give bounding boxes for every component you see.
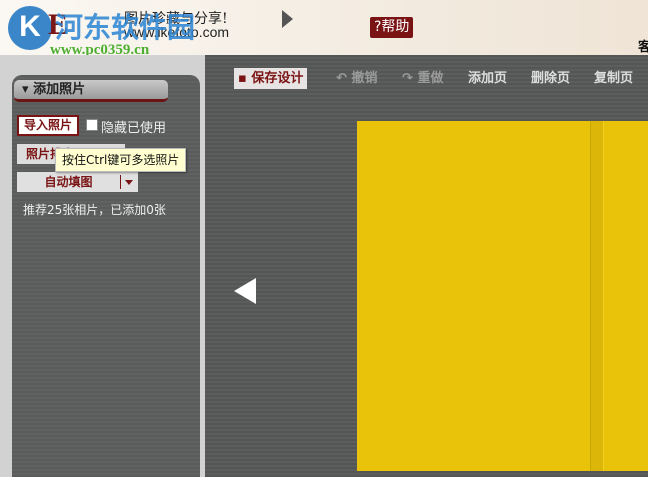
panel-title-label: 添加照片 [33,82,86,97]
add-page-button[interactable]: 添加页 [468,68,507,89]
play-icon[interactable] [282,10,293,28]
undo-icon: ↶ [336,71,347,86]
copy-page-button[interactable]: 复制页 [594,68,633,89]
header: K E 图片珍藏与分享! www.ikefoto.com 河东软件园 www.p… [0,0,648,58]
header-cut-text: 客 [638,40,648,55]
undo-button[interactable]: ↶ 撤销 [336,68,377,89]
hide-used-label[interactable]: 隐藏已使用 [101,117,166,136]
auto-fill-label: 自动填图 [44,175,93,189]
chevron-down-icon[interactable] [125,180,133,185]
auto-fill-button[interactable]: 自动填图 [17,172,138,192]
logo: K [8,6,52,50]
watermark-name: 河东软件园 [55,11,196,44]
save-label: 保存设计 [251,71,304,86]
divider [120,175,121,189]
save-design-button[interactable]: ▪ 保存设计 [234,68,308,89]
hide-used-checkbox[interactable] [86,119,98,131]
redo-icon: ↷ [402,71,413,86]
previous-page-arrow-icon[interactable] [234,278,256,304]
help-button[interactable]: ?帮助 [370,17,414,38]
photo-count-hint: 推荐25张相片，已添加0张 [23,203,166,217]
redo-button[interactable]: ↷ 重做 [402,68,443,89]
undo-label: 撤销 [351,71,378,86]
floppy-icon: ▪ [238,71,247,86]
import-photos-button[interactable]: 导入照片 [17,115,80,136]
delete-page-button[interactable]: 删除页 [531,68,570,89]
tooltip: 按住Ctrl键可多选照片 [55,148,187,172]
redo-label: 重做 [417,71,444,86]
page-canvas[interactable] [357,121,648,471]
design-area: ▪ 保存设计 ↶ 撤销 ↷ 重做 添加页 删除页 复制页 [205,55,648,477]
page-fold [590,121,604,471]
panel-title[interactable]: ▾ 添加照片 [14,80,168,102]
